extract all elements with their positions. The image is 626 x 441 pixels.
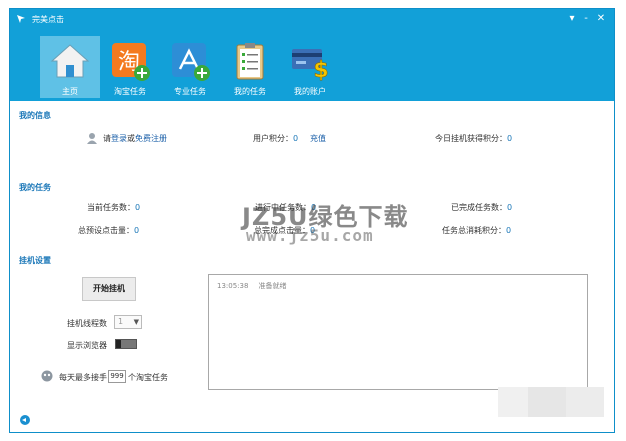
show-browser-toggle[interactable] [115, 339, 137, 349]
daily-prefix: 每天最多接手 [59, 373, 107, 382]
points-value: 0 [293, 134, 299, 143]
consumed-label: 任务总消耗积分： [442, 226, 506, 235]
robot-icon [41, 370, 53, 382]
daily-limit-input[interactable]: 999 [108, 370, 126, 383]
done-tasks: 已完成任务数：0 [451, 202, 512, 213]
today-label: 今日挂机获得积分： [435, 134, 507, 143]
current-tasks: 当前任务数：0 [87, 202, 140, 213]
done-value: 0 [507, 203, 513, 212]
consumed-value: 0 [506, 226, 512, 235]
start-hang-button[interactable]: 开始挂机 [82, 277, 136, 301]
log-time: 13:05:38 [217, 282, 249, 290]
done-label: 已完成任务数： [451, 203, 507, 212]
gray-block-2 [528, 387, 566, 417]
today-points: 今日挂机获得积分：0 [435, 133, 512, 144]
nav-my-tasks-label: 我的任务 [234, 87, 266, 96]
nav-my-account[interactable]: $ 我的账户 [280, 36, 340, 98]
nav-account-label: 我的账户 [294, 87, 326, 96]
current-value: 0 [135, 203, 141, 212]
preset-clicks: 总预设点击量：0 [78, 225, 139, 236]
login-prefix: 请 [103, 134, 111, 143]
log-message: 准备就绪 [258, 282, 287, 290]
chevron-down-icon: ▼ [133, 318, 139, 326]
svg-text:$: $ [313, 58, 328, 83]
threads-label: 挂机线程数 [67, 319, 107, 328]
login-or: 或 [127, 134, 135, 143]
login-prompt: 请登录或免费注册 [103, 133, 167, 144]
titlebar: 完美点击 ▾ - ✕ 主页 淘 淘宝任务 专业任务 我的任务 $ 我的账户 [10, 9, 614, 101]
gray-block-3 [566, 387, 604, 417]
gray-block-1 [498, 387, 528, 417]
points-label: 用户积分： [253, 134, 293, 143]
threads-select[interactable]: 1 ▼ [114, 315, 142, 329]
nav-taobao-tasks[interactable]: 淘 淘宝任务 [100, 36, 160, 98]
today-value: 0 [507, 134, 513, 143]
user-icon [87, 133, 97, 144]
log-panel[interactable]: 13:05:38 准备就绪 [208, 274, 588, 390]
minimize-dash-button[interactable]: - [580, 13, 592, 25]
browser-label: 显示浏览器 [67, 341, 107, 350]
preset-label: 总预设点击量： [78, 226, 134, 235]
home-icon [50, 44, 90, 78]
nav-my-tasks[interactable]: 我的任务 [220, 36, 280, 98]
clipboard-icon [236, 43, 264, 80]
nav-home-label: 主页 [62, 87, 78, 96]
app-window: 完美点击 ▾ - ✕ 主页 淘 淘宝任务 专业任务 我的任务 $ 我的账户 我的… [9, 8, 615, 433]
toggle-knob [116, 340, 121, 348]
cursor-icon [17, 15, 25, 23]
nav-taobao-label: 淘宝任务 [114, 87, 146, 96]
close-button[interactable]: ✕ [595, 13, 607, 25]
current-label: 当前任务数： [87, 203, 135, 212]
register-link[interactable]: 免费注册 [135, 134, 167, 143]
log-entry: 13:05:38 准备就绪 [217, 281, 296, 291]
section-my-tasks: 我的任务 [19, 183, 51, 192]
back-arrow-icon[interactable] [20, 415, 30, 425]
preset-value: 0 [134, 226, 140, 235]
daily-suffix: 个淘宝任务 [128, 373, 168, 382]
app-add-icon [172, 43, 210, 81]
window-title: 完美点击 [32, 15, 64, 24]
consumed-points: 任务总消耗积分：0 [442, 225, 511, 236]
nav-pro-tasks[interactable]: 专业任务 [160, 36, 220, 98]
user-points: 用户积分：0 [253, 133, 298, 144]
taobao-add-icon: 淘 [112, 43, 150, 81]
card-dollar-icon: $ [292, 49, 329, 83]
recharge-link[interactable]: 充值 [310, 133, 326, 144]
minimize-button[interactable]: ▾ [566, 13, 578, 25]
section-my-info: 我的信息 [19, 111, 51, 120]
nav-pro-label: 专业任务 [174, 87, 206, 96]
threads-value: 1 [118, 317, 124, 326]
login-link[interactable]: 登录 [111, 134, 127, 143]
nav-home[interactable]: 主页 [40, 36, 100, 98]
watermark-url: www.jz5u.com [246, 226, 374, 245]
section-hang-settings: 挂机设置 [19, 256, 51, 265]
